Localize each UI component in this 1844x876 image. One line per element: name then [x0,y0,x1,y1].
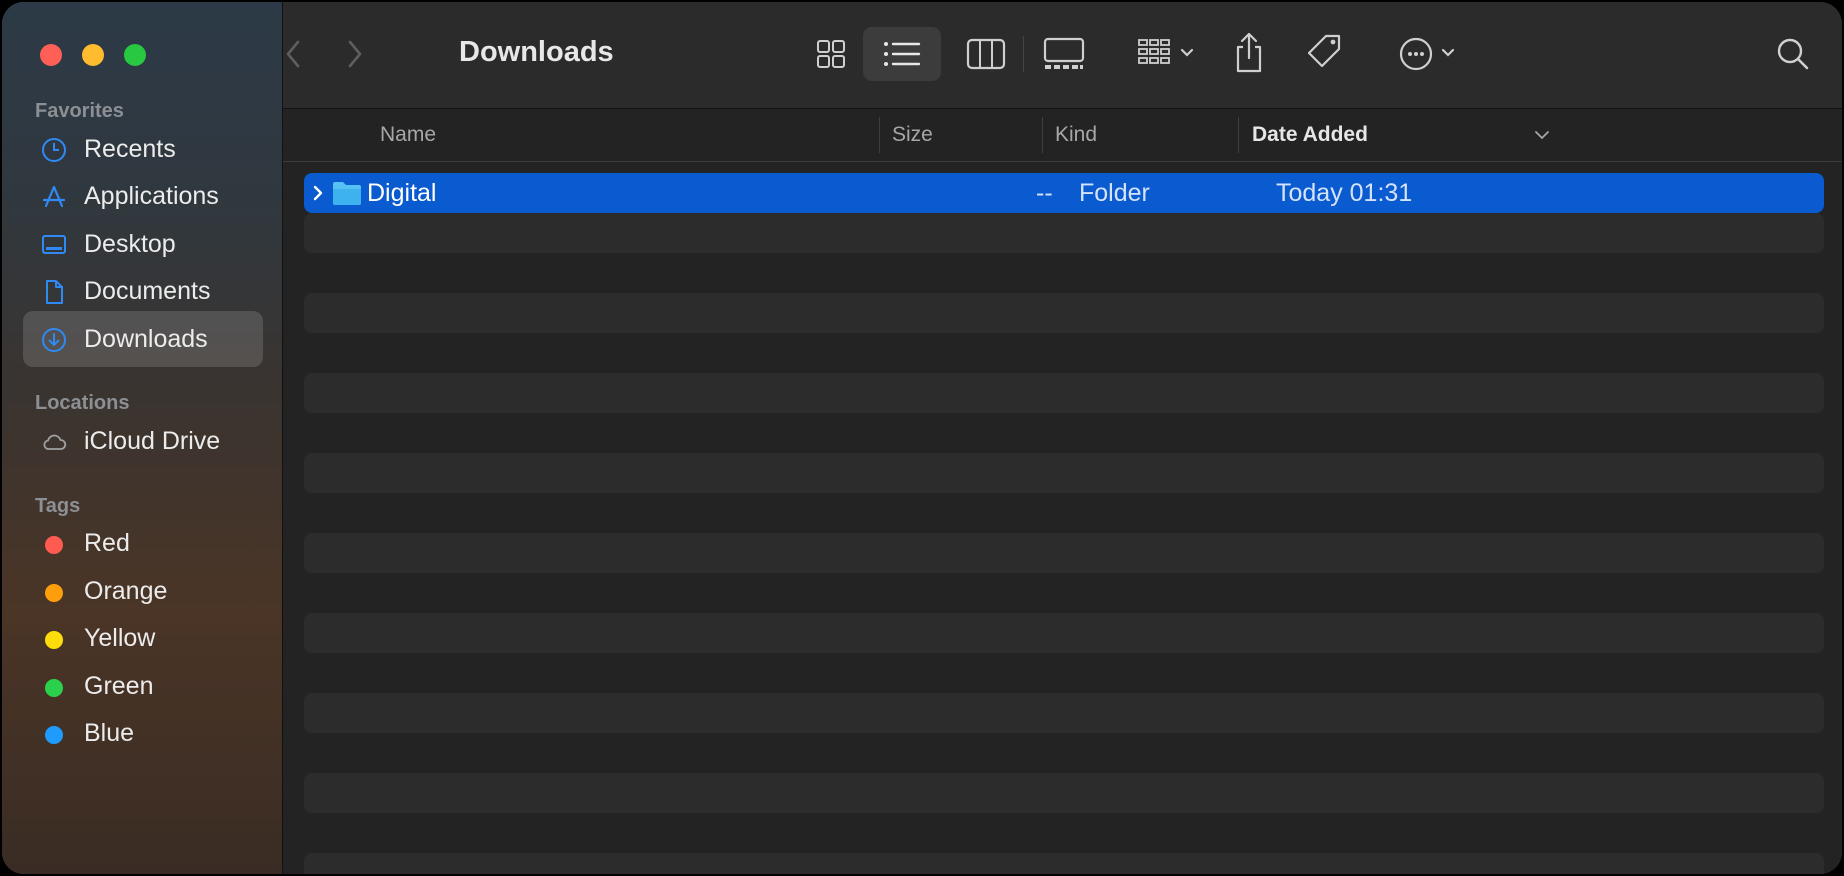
file-name: Digital [367,179,437,207]
empty-row [304,533,1824,573]
empty-row [304,613,1824,653]
sort-chevron-down-icon[interactable] [1532,125,1552,145]
disclosure-chevron-right-icon[interactable] [310,183,326,203]
empty-row [304,853,1824,874]
column-header-name[interactable]: Name [380,123,436,147]
locations-section-title: Locations [35,392,130,414]
toolbar: Downloads [283,2,1842,109]
tag-button[interactable] [1300,27,1348,81]
group-button[interactable] [1130,27,1208,81]
tag-dot-icon [45,631,63,649]
sidebar-tag-blue[interactable]: Blue [23,705,263,761]
empty-row [304,773,1824,813]
file-size: -- [1036,179,1053,207]
icon-view-button[interactable] [803,27,859,81]
cloud-icon [43,434,67,450]
sidebar-item-label: Documents [84,276,211,305]
sidebar-item-label: Downloads [84,324,208,353]
file-date-added: Today 01:31 [1276,179,1413,207]
favorites-section-title: Favorites [35,100,124,122]
column-header-size[interactable]: Size [892,123,933,147]
applications-icon [42,185,66,208]
empty-row [304,453,1824,493]
folder-icon [333,182,361,205]
empty-row [304,293,1824,333]
empty-row [304,373,1824,413]
list-icon [884,42,921,66]
file-kind: Folder [1079,179,1150,207]
download-icon [42,328,66,352]
minimize-button[interactable] [82,44,104,66]
clock-icon [42,138,66,162]
sidebar-item-label: Blue [84,718,135,747]
close-button[interactable] [40,44,62,66]
column-divider[interactable] [1042,117,1043,153]
sidebar-item-icloud-drive[interactable]: iCloud Drive [23,413,263,469]
back-button[interactable] [274,32,314,76]
more-actions-button[interactable] [1392,27,1472,81]
column-divider[interactable] [879,117,880,153]
window-title: Downloads [459,36,614,68]
finder-window: Favorites Recents Applications Desktop D… [2,2,1842,874]
sidebar-item-downloads[interactable]: Downloads [23,311,263,367]
empty-row [304,693,1824,733]
tag-dot-icon [45,726,63,744]
column-view-button[interactable] [956,27,1016,81]
gallery-view-button[interactable] [1032,27,1096,81]
column-divider[interactable] [1238,117,1239,153]
sidebar-item-label: Yellow [84,623,156,652]
column-header-date-added[interactable]: Date Added [1252,123,1368,147]
empty-row [304,213,1824,253]
column-header-kind[interactable]: Kind [1055,123,1097,147]
sidebar: Favorites Recents Applications Desktop D… [2,2,283,874]
sidebar-item-label: Orange [84,576,168,605]
sidebar-item-label: Desktop [84,229,176,258]
search-button[interactable] [1768,27,1818,81]
zoom-button[interactable] [124,44,146,66]
desktop-icon [42,235,66,254]
sidebar-item-label: Green [84,671,154,700]
share-button[interactable] [1225,27,1273,81]
sidebar-item-label: Recents [84,134,176,163]
tag-dot-icon [45,536,63,554]
document-icon [46,280,63,304]
main-content: Downloads Name Size Kind Date Added Digi… [283,2,1842,874]
sidebar-item-label: iCloud Drive [84,426,221,455]
column-header-row: Name Size Kind Date Added [283,109,1842,162]
file-row-digital[interactable]: Digital -- Folder Today 01:31 [304,173,1824,213]
toolbar-divider [1023,36,1024,72]
sidebar-item-label: Applications [84,181,219,210]
tag-dot-icon [45,584,63,602]
forward-button[interactable] [334,32,374,76]
list-view-button[interactable] [863,27,941,81]
tag-dot-icon [45,679,63,697]
sidebar-item-label: Red [84,528,130,557]
